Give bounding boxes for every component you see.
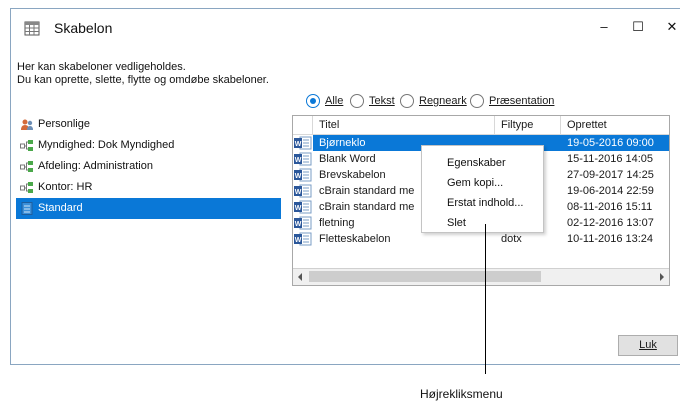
cell-title: Fletteskabelon <box>319 233 391 245</box>
scrollbar-thumb[interactable] <box>309 271 541 282</box>
context-menu-gem-kopi[interactable]: Gem kopi... <box>422 173 543 193</box>
document-icon <box>21 202 33 215</box>
cell-created: 19-06-2014 22:59 <box>567 185 654 197</box>
horizontal-scrollbar[interactable] <box>293 268 669 285</box>
svg-text:W: W <box>295 221 302 228</box>
maximize-button[interactable]: ☐ <box>629 19 647 35</box>
minimize-icon: ‒ <box>600 19 608 34</box>
org-icon <box>20 161 33 172</box>
column-header-oprettet[interactable]: Oprettet <box>561 116 669 134</box>
window-title: Skabelon <box>54 20 113 36</box>
context-menu: Egenskaber Gem kopi... Erstat indhold...… <box>421 145 544 233</box>
close-icon: ✕ <box>666 19 678 34</box>
description-line-2: Du kan oprette, slette, flytte og omdøbe… <box>17 74 269 86</box>
org-icon <box>20 140 33 151</box>
cell-title: fletning <box>319 217 355 229</box>
word-document-icon: W <box>294 168 312 182</box>
word-document-icon: W <box>294 136 312 150</box>
cell-created: 27-09-2017 14:25 <box>567 169 654 181</box>
tree-item-myndighed[interactable]: Myndighed: Dok Myndighed <box>16 135 281 156</box>
filter-radio-regneark[interactable] <box>400 94 414 108</box>
org-icon <box>20 182 33 193</box>
table-header: Titel Filtype Oprettet <box>293 116 669 135</box>
cell-created: 08-11-2016 15:11 <box>567 201 653 213</box>
maximize-icon: ☐ <box>632 19 644 34</box>
calendar-grid-icon <box>24 21 40 36</box>
tree-item-label: Afdeling: Administration <box>38 160 153 172</box>
description-line-1: Her kan skabeloner vedligeholdes. <box>17 61 186 73</box>
callout-label: Højrekliksmenu <box>420 387 503 401</box>
filter-label-alle[interactable]: Alle <box>325 94 343 108</box>
cell-title: cBrain standard me <box>319 201 415 213</box>
table-row[interactable]: W Fletteskabelon dotx 10-11-2016 13:24 <box>293 231 669 247</box>
tree-item-kontor[interactable]: Kontor: HR <box>16 177 281 198</box>
tree-item-standard[interactable]: Standard <box>16 198 281 219</box>
tree-item-label: Myndighed: Dok Myndighed <box>38 139 175 151</box>
filter-radio-praesentation[interactable] <box>470 94 484 108</box>
word-document-icon: W <box>294 200 312 214</box>
svg-text:W: W <box>295 141 302 148</box>
filter-radio-tekst[interactable] <box>350 94 364 108</box>
cell-created: 10-11-2016 13:24 <box>567 233 654 245</box>
icon-column-header <box>293 116 313 134</box>
cell-title: Blank Word <box>319 153 376 165</box>
svg-text:W: W <box>295 205 302 212</box>
svg-text:W: W <box>295 173 302 180</box>
tree-item-label: Personlige <box>38 118 90 130</box>
filter-label-regneark[interactable]: Regneark <box>419 94 467 108</box>
svg-text:W: W <box>295 157 302 164</box>
cell-created: 19-05-2016 09:00 <box>567 137 654 149</box>
tree-item-personlige[interactable]: Personlige <box>16 114 281 135</box>
template-category-tree: Personlige Myndighed: Dok Myndighed Afde… <box>16 114 281 219</box>
column-header-titel[interactable]: Titel <box>313 116 495 134</box>
cell-title: Bjørneklo <box>319 137 366 149</box>
filter-label-praesentation[interactable]: Præsentation <box>489 94 554 108</box>
column-header-filtype[interactable]: Filtype <box>495 116 561 134</box>
word-document-icon: W <box>294 216 312 230</box>
luk-button[interactable]: Luk <box>618 335 678 356</box>
filter-label-tekst[interactable]: Tekst <box>369 94 395 108</box>
tree-item-label: Standard <box>38 202 83 214</box>
cell-created: 02-12-2016 13:07 <box>567 217 654 229</box>
svg-text:W: W <box>295 237 302 244</box>
tree-item-label: Kontor: HR <box>38 181 93 193</box>
context-menu-slet[interactable]: Slet <box>422 213 543 233</box>
cell-filetype: dotx <box>501 233 522 245</box>
context-menu-erstat-indhold[interactable]: Erstat indhold... <box>422 193 543 213</box>
close-window-button[interactable]: ✕ <box>663 19 680 35</box>
title-bar: Skabelon ‒ ☐ ✕ <box>11 9 680 45</box>
cell-title: Brevskabelon <box>319 169 386 181</box>
tree-item-afdeling[interactable]: Afdeling: Administration <box>16 156 281 177</box>
filter-radio-alle[interactable] <box>306 94 320 108</box>
scroll-left-icon[interactable] <box>295 272 305 282</box>
context-menu-egenskaber[interactable]: Egenskaber <box>422 153 543 173</box>
word-document-icon: W <box>294 184 312 198</box>
svg-text:W: W <box>295 189 302 196</box>
cell-title: cBrain standard me <box>319 185 415 197</box>
cell-created: 15-11-2016 14:05 <box>567 153 654 165</box>
scroll-right-icon[interactable] <box>657 272 667 282</box>
minimize-button[interactable]: ‒ <box>595 19 613 35</box>
users-icon <box>21 119 33 130</box>
word-document-icon: W <box>294 152 312 166</box>
callout-line <box>485 224 486 374</box>
word-document-icon: W <box>294 232 312 246</box>
